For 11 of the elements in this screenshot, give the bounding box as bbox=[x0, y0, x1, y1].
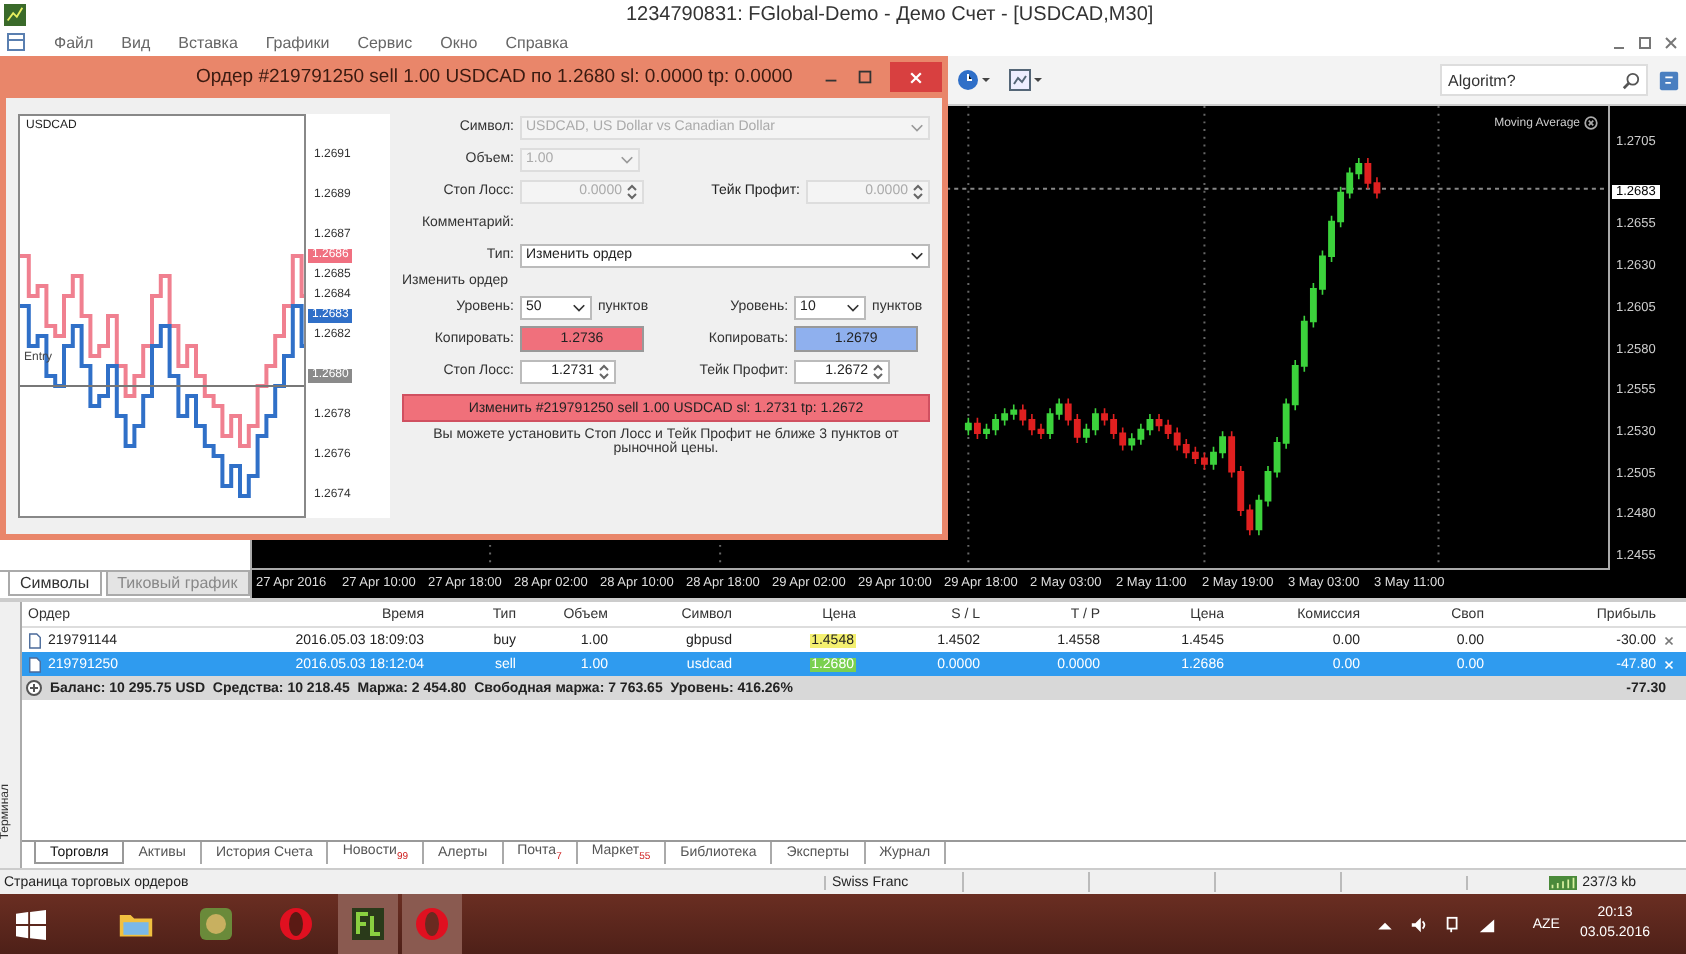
menu-item[interactable]: Окно bbox=[440, 33, 478, 51]
menu-item[interactable]: Справка bbox=[505, 33, 569, 51]
panel-tab[interactable]: Символы bbox=[8, 572, 102, 596]
menu-item[interactable]: Графики bbox=[265, 33, 330, 51]
search-field[interactable]: Algoritm? bbox=[1440, 64, 1648, 96]
menu-item[interactable]: Вид bbox=[121, 33, 151, 51]
dialog-title: Ордер #219791250 sell 1.00 USDCAD по 1.2680 sl: 0.0000 tp: 0.0000 bbox=[196, 66, 795, 88]
window-title: 1234790831: FGlobal-Demo - Демо Счет - [USDCAD,M30] bbox=[626, 3, 1154, 25]
menu-item[interactable]: Файл bbox=[54, 33, 94, 51]
menu-item[interactable]: Вставка bbox=[178, 33, 238, 51]
menu-item[interactable]: Сервис bbox=[357, 33, 413, 51]
